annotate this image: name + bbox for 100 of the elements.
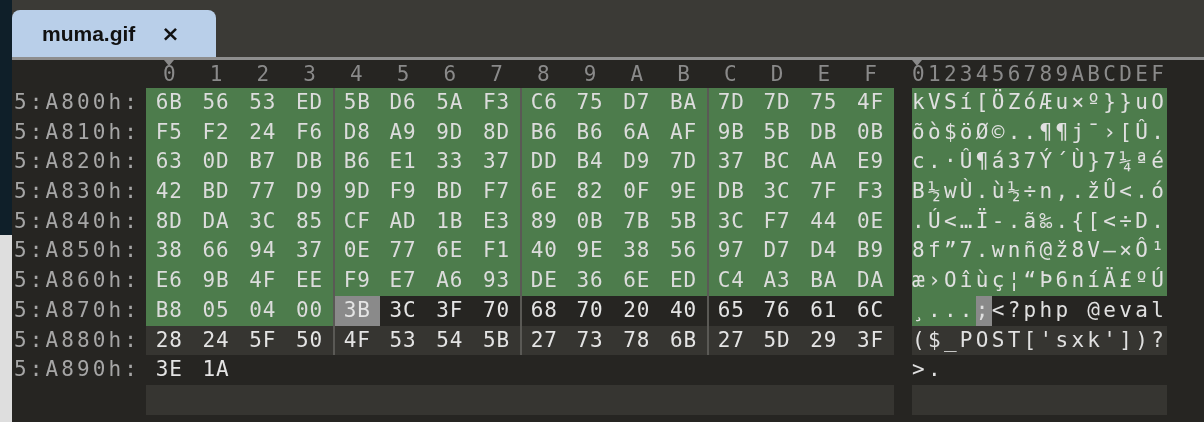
hex-byte[interactable]: 66 bbox=[192, 236, 240, 267]
hex-byte[interactable]: BA bbox=[800, 266, 848, 296]
hex-byte[interactable]: C6 bbox=[520, 88, 567, 118]
hex-byte[interactable]: 40 bbox=[520, 236, 567, 267]
hex-byte[interactable]: 77 bbox=[239, 177, 287, 207]
hex-byte[interactable]: EE bbox=[286, 266, 333, 296]
hex-byte[interactable]: 3E bbox=[146, 355, 193, 385]
hex-byte[interactable]: 6C bbox=[847, 295, 894, 326]
hex-byte[interactable]: DB bbox=[286, 147, 333, 178]
hex-byte[interactable]: F5 bbox=[146, 117, 193, 148]
hex-byte[interactable]: E3 bbox=[473, 206, 520, 237]
hex-byte[interactable]: 7D bbox=[707, 88, 754, 118]
hex-byte[interactable]: 6E bbox=[613, 266, 661, 296]
hex-byte[interactable]: 50 bbox=[286, 325, 333, 356]
hex-byte[interactable]: 8D bbox=[146, 206, 193, 237]
hex-byte[interactable]: 6E bbox=[520, 177, 567, 207]
hex-byte[interactable]: A3 bbox=[753, 266, 801, 296]
hex-byte[interactable]: E6 bbox=[146, 266, 193, 296]
hex-byte[interactable]: 37 bbox=[286, 236, 333, 267]
hex-byte[interactable]: 28 bbox=[146, 325, 193, 356]
hex-byte[interactable]: ED bbox=[286, 88, 333, 118]
hex-byte[interactable]: 82 bbox=[566, 177, 614, 207]
hex-byte[interactable]: 5B bbox=[333, 88, 380, 118]
hex-byte[interactable]: 7F bbox=[800, 177, 848, 207]
hex-byte[interactable]: 53 bbox=[239, 88, 287, 118]
hex-byte[interactable]: 70 bbox=[473, 295, 520, 326]
hex-byte[interactable]: B9 bbox=[847, 236, 894, 267]
hex-byte[interactable]: 3F bbox=[847, 325, 894, 356]
hex-byte[interactable]: F3 bbox=[847, 177, 894, 207]
hex-byte[interactable]: F1 bbox=[473, 236, 520, 267]
hex-byte[interactable]: 77 bbox=[379, 236, 427, 267]
hex-byte[interactable]: 6B bbox=[660, 325, 707, 356]
hex-byte[interactable]: 37 bbox=[473, 147, 520, 178]
hex-byte[interactable]: D9 bbox=[286, 177, 333, 207]
hex-byte[interactable]: F6 bbox=[286, 117, 333, 148]
hex-byte[interactable]: 4F bbox=[239, 266, 287, 296]
hex-byte[interactable]: 6B bbox=[146, 88, 193, 118]
hex-byte[interactable]: 0E bbox=[333, 236, 380, 267]
hex-byte[interactable]: 9B bbox=[192, 266, 240, 296]
hex-byte[interactable]: D9 bbox=[613, 147, 661, 178]
hex-byte[interactable]: F7 bbox=[473, 177, 520, 207]
hex-byte[interactable]: BD bbox=[426, 177, 474, 207]
hex-byte[interactable]: 00 bbox=[286, 295, 333, 326]
hex-byte[interactable]: 3C bbox=[707, 206, 754, 237]
hex-byte[interactable]: 56 bbox=[192, 88, 240, 118]
hex-byte[interactable]: 40 bbox=[660, 295, 707, 326]
hex-byte[interactable]: 36 bbox=[566, 266, 614, 296]
hex-byte[interactable]: B7 bbox=[239, 147, 287, 178]
hex-byte[interactable]: B6 bbox=[333, 147, 380, 178]
hex-byte[interactable]: 78 bbox=[613, 325, 661, 356]
hex-byte[interactable]: 9B bbox=[707, 117, 754, 148]
hex-byte[interactable]: D6 bbox=[379, 88, 427, 118]
hex-byte[interactable]: 75 bbox=[566, 88, 614, 118]
hex-byte[interactable]: 76 bbox=[753, 295, 801, 326]
hex-byte[interactable]: E7 bbox=[379, 266, 427, 296]
hex-byte[interactable]: 6E bbox=[426, 236, 474, 267]
hex-byte[interactable]: 7D bbox=[660, 147, 707, 178]
hex-byte[interactable]: DA bbox=[847, 266, 894, 296]
hex-byte[interactable]: 42 bbox=[146, 177, 193, 207]
hex-byte[interactable]: 5F bbox=[239, 325, 287, 356]
hex-byte[interactable]: 4F bbox=[847, 88, 894, 118]
hex-byte[interactable]: D7 bbox=[753, 236, 801, 267]
hex-byte[interactable]: BA bbox=[660, 88, 707, 118]
hex-byte[interactable]: 3B bbox=[333, 295, 380, 326]
hex-byte[interactable]: AF bbox=[660, 117, 707, 148]
hex-byte[interactable]: 38 bbox=[146, 236, 193, 267]
hex-byte[interactable]: 9D bbox=[333, 177, 380, 207]
hex-byte[interactable]: 94 bbox=[239, 236, 287, 267]
hex-byte[interactable]: 70 bbox=[566, 295, 614, 326]
hex-byte[interactable]: DB bbox=[707, 177, 754, 207]
hex-byte[interactable]: B6 bbox=[520, 117, 567, 148]
hex-byte[interactable]: 73 bbox=[566, 325, 614, 356]
hex-byte[interactable]: F9 bbox=[333, 266, 380, 296]
hex-byte[interactable]: E9 bbox=[847, 147, 894, 178]
hex-byte[interactable]: 7D bbox=[753, 88, 801, 118]
hex-byte[interactable]: BC bbox=[753, 147, 801, 178]
hex-byte[interactable]: 3F bbox=[426, 295, 474, 326]
hex-byte[interactable]: 29 bbox=[800, 325, 848, 356]
hex-byte[interactable]: 27 bbox=[707, 325, 754, 356]
file-tab[interactable]: muma.gif × bbox=[12, 10, 216, 57]
hex-byte[interactable]: 4F bbox=[333, 325, 380, 356]
hex-byte[interactable]: DE bbox=[520, 266, 567, 296]
hex-byte[interactable]: B4 bbox=[566, 147, 614, 178]
hex-byte[interactable]: 85 bbox=[286, 206, 333, 237]
hex-byte[interactable]: 5B bbox=[473, 325, 520, 356]
hex-byte[interactable]: 3C bbox=[379, 295, 427, 326]
hex-byte[interactable]: D8 bbox=[333, 117, 380, 148]
hex-byte[interactable]: AA bbox=[800, 147, 848, 178]
hex-byte[interactable]: 54 bbox=[426, 325, 474, 356]
hex-byte[interactable]: 0B bbox=[847, 117, 894, 148]
hex-byte[interactable]: 8D bbox=[473, 117, 520, 148]
hex-byte[interactable]: 27 bbox=[520, 325, 567, 356]
hex-byte[interactable]: F9 bbox=[379, 177, 427, 207]
hex-byte[interactable]: 56 bbox=[660, 236, 707, 267]
hex-byte[interactable]: 20 bbox=[613, 295, 661, 326]
hex-byte[interactable]: 0E bbox=[847, 206, 894, 237]
hex-byte[interactable]: F3 bbox=[473, 88, 520, 118]
hex-byte[interactable]: CF bbox=[333, 206, 380, 237]
hex-byte[interactable]: DD bbox=[520, 147, 567, 178]
close-icon[interactable]: × bbox=[161, 22, 180, 45]
